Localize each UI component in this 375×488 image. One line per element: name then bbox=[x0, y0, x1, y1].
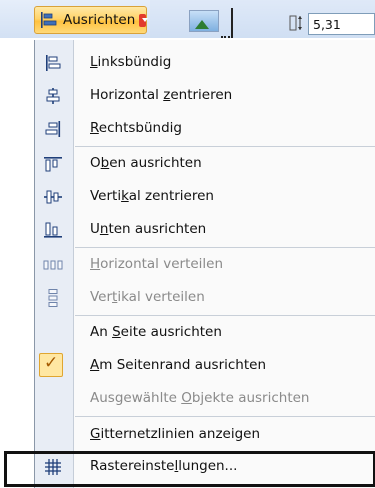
menu-item-align-left[interactable]: Linksbündig bbox=[35, 46, 375, 80]
checkmark-icon: ✓ bbox=[39, 353, 63, 377]
shape-height-icon bbox=[289, 14, 303, 32]
align-dropdown-menu: Linksbündig Horizontal zentrieren Rechts… bbox=[4, 40, 375, 488]
menu-item-show-gridlines[interactable]: Gitternetzlinien anzeigen bbox=[35, 418, 375, 452]
distribute-vertical-icon bbox=[43, 289, 63, 307]
distribute-horizontal-icon bbox=[43, 256, 63, 274]
shape-height-input[interactable]: 5,31 bbox=[308, 13, 375, 35]
menu-item-align-middle[interactable]: Vertikal zentrieren bbox=[35, 180, 375, 214]
align-left-icon bbox=[43, 54, 63, 72]
menu-item-align-right[interactable]: Rechtsbündig bbox=[35, 112, 375, 146]
menu-separator bbox=[75, 416, 375, 417]
align-top-icon bbox=[43, 155, 63, 173]
grid-icon bbox=[43, 458, 63, 476]
menu-item-align-top[interactable]: Oben ausrichten bbox=[35, 147, 375, 181]
align-center-icon bbox=[43, 87, 63, 105]
picture-icon[interactable] bbox=[189, 10, 219, 32]
align-left-icon bbox=[39, 11, 59, 29]
menu-item-distribute-horizontal: Horizontal verteilen bbox=[35, 248, 375, 282]
align-middle-icon bbox=[43, 188, 63, 206]
align-dropdown-button[interactable]: Ausrichten bbox=[34, 6, 148, 34]
crop-icon[interactable] bbox=[221, 8, 233, 38]
menu-item-distribute-vertical: Vertikal verteilen bbox=[35, 281, 375, 315]
menu-item-align-to-margin[interactable]: ✓ Am Seitenrand ausrichten bbox=[35, 349, 375, 383]
align-right-icon bbox=[43, 120, 63, 138]
menu-item-align-selected-objects: Ausgewählte Objekte ausrichten bbox=[90, 390, 310, 406]
menu-item-grid-settings[interactable]: Rastereinstellungen... bbox=[4, 450, 375, 487]
menu-item-align-to-page[interactable]: An Seite ausrichten bbox=[35, 316, 375, 350]
chevron-down-icon[interactable] bbox=[139, 13, 148, 27]
align-button-label: Ausrichten bbox=[63, 12, 136, 28]
menu-item-align-bottom[interactable]: Unten ausrichten bbox=[35, 213, 375, 247]
align-bottom-icon bbox=[43, 221, 63, 239]
menu-item-align-center[interactable]: Horizontal zentrieren bbox=[35, 79, 375, 113]
